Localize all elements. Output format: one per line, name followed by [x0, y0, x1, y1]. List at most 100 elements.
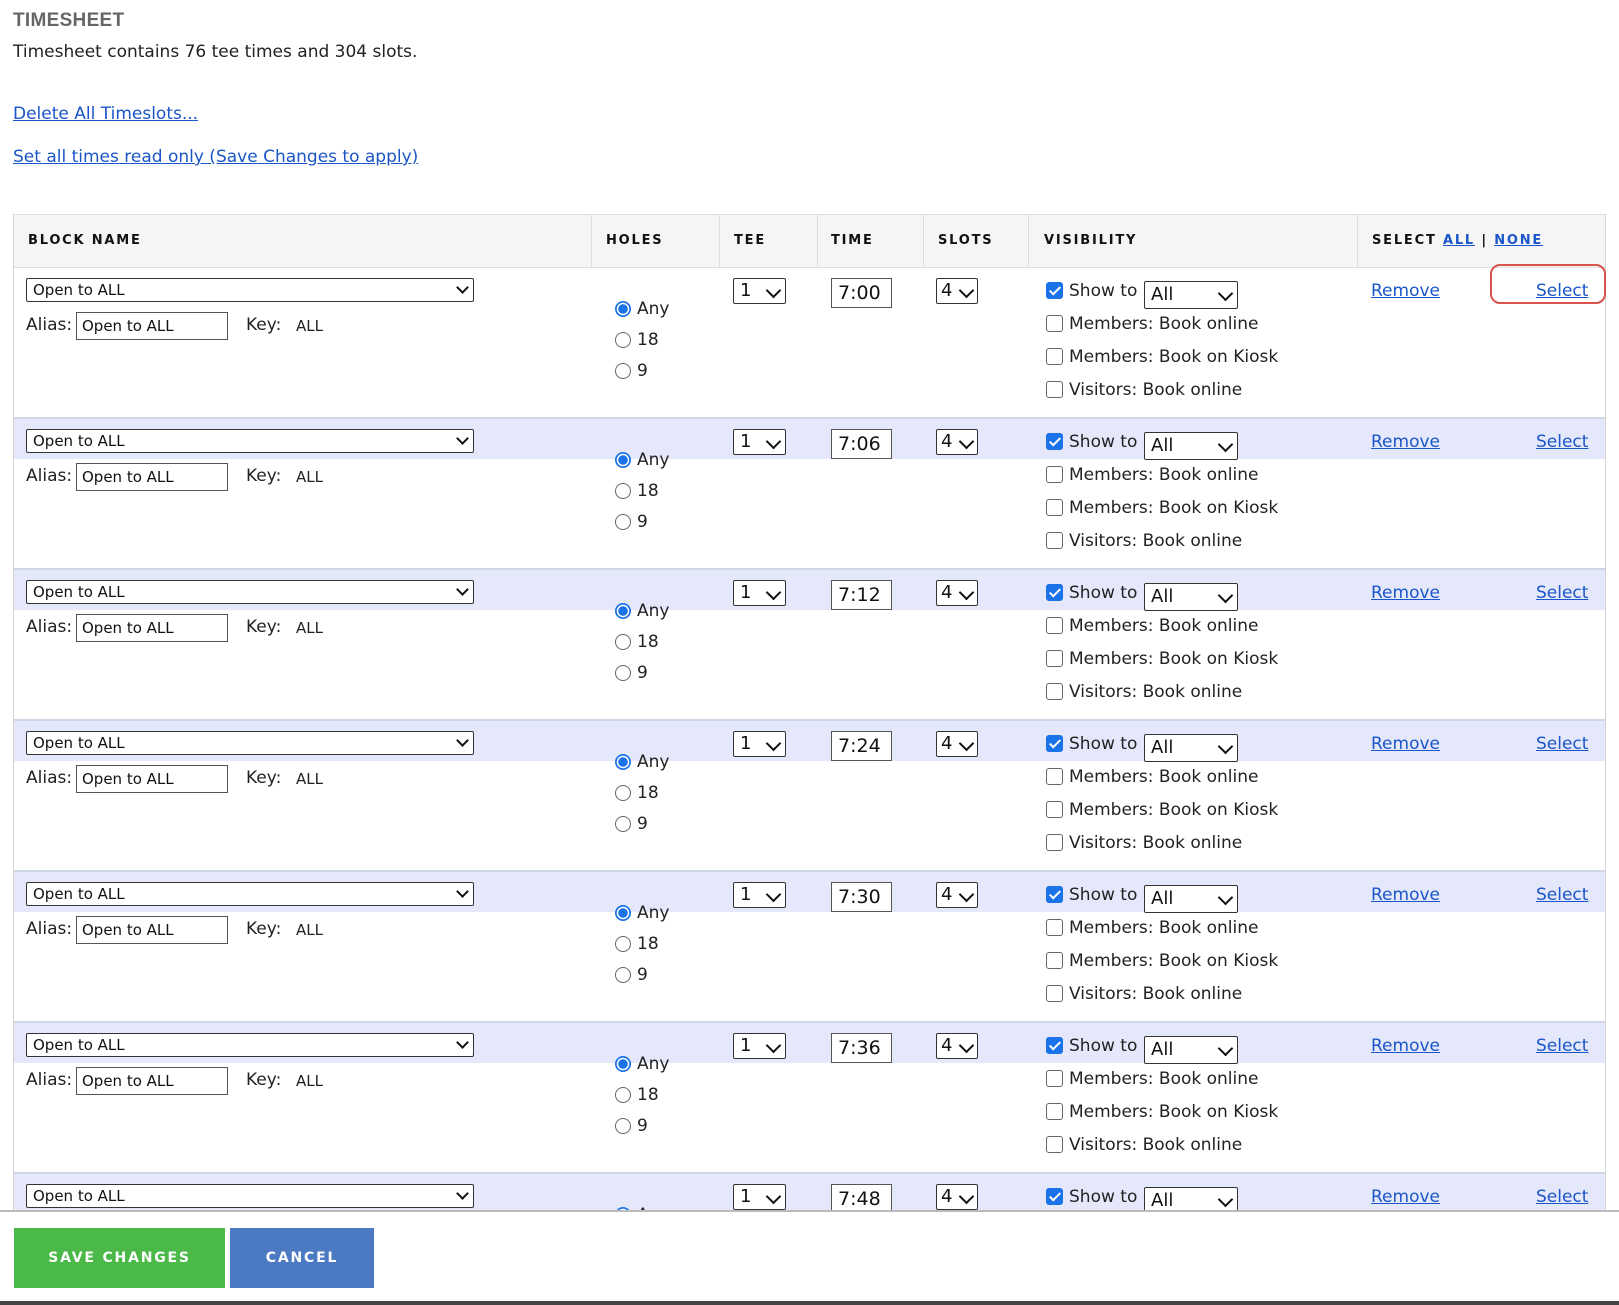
alias-input[interactable]: Open to ALL — [76, 765, 228, 793]
slots-select[interactable]: 4 — [936, 429, 978, 455]
visitors-book-online-checkbox[interactable] — [1046, 381, 1063, 398]
show-to-checkbox[interactable] — [1046, 282, 1063, 299]
select-link[interactable]: Select — [1536, 885, 1588, 905]
holes-18-radio[interactable] — [615, 483, 631, 499]
slots-select[interactable]: 4 — [936, 278, 978, 304]
holes-18-radio[interactable] — [615, 332, 631, 348]
holes-9-radio[interactable] — [615, 967, 631, 983]
select-link[interactable]: Select — [1536, 734, 1588, 754]
holes-any-radio[interactable] — [615, 754, 631, 770]
remove-link[interactable]: Remove — [1371, 734, 1440, 754]
select-link[interactable]: Select — [1536, 281, 1588, 301]
select-link[interactable]: Select — [1536, 583, 1588, 603]
holes-18-radio[interactable] — [615, 1087, 631, 1103]
slots-select[interactable]: 4 — [936, 1184, 978, 1210]
holes-9-radio[interactable] — [615, 816, 631, 832]
show-to-checkbox[interactable] — [1046, 1188, 1063, 1205]
set-all-read-only-link[interactable]: Set all times read only (Save Changes to… — [13, 147, 418, 167]
block-name-select[interactable]: Open to ALL — [26, 1033, 474, 1057]
slots-select[interactable]: 4 — [936, 1033, 978, 1059]
members-book-online-checkbox[interactable] — [1046, 768, 1063, 785]
holes-any-radio[interactable] — [615, 301, 631, 317]
block-name-select[interactable]: Open to ALL — [26, 429, 474, 453]
tee-select[interactable]: 1 — [733, 278, 786, 304]
alias-input[interactable]: Open to ALL — [76, 916, 228, 944]
show-to-checkbox[interactable] — [1046, 584, 1063, 601]
time-input[interactable]: 7:30 — [831, 882, 892, 912]
visitors-book-online-checkbox[interactable] — [1046, 532, 1063, 549]
block-name-select[interactable]: Open to ALL — [26, 278, 474, 302]
select-none-link[interactable]: NONE — [1494, 233, 1543, 248]
alias-input[interactable]: Open to ALL — [76, 1067, 228, 1095]
show-to-checkbox[interactable] — [1046, 1037, 1063, 1054]
select-link[interactable]: Select — [1536, 432, 1588, 452]
holes-9-radio[interactable] — [615, 665, 631, 681]
show-to-select[interactable]: All — [1144, 734, 1238, 762]
holes-any-radio[interactable] — [615, 603, 631, 619]
block-name-select[interactable]: Open to ALL — [26, 580, 474, 604]
tee-select[interactable]: 1 — [733, 731, 786, 757]
members-book-online-checkbox[interactable] — [1046, 315, 1063, 332]
cancel-button[interactable]: CANCEL — [230, 1228, 374, 1288]
visitors-book-online-checkbox[interactable] — [1046, 683, 1063, 700]
members-book-online-checkbox[interactable] — [1046, 919, 1063, 936]
alias-input[interactable]: Open to ALL — [76, 614, 228, 642]
members-book-online-checkbox[interactable] — [1046, 466, 1063, 483]
members-book-on-kiosk-checkbox[interactable] — [1046, 499, 1063, 516]
show-to-select[interactable]: All — [1144, 885, 1238, 913]
tee-select[interactable]: 1 — [733, 580, 786, 606]
slots-select[interactable]: 4 — [936, 882, 978, 908]
time-input[interactable]: 7:06 — [831, 429, 892, 459]
tee-select[interactable]: 1 — [733, 882, 786, 908]
holes-9-radio[interactable] — [615, 1118, 631, 1134]
holes-9-radio[interactable] — [615, 514, 631, 530]
holes-18-radio[interactable] — [615, 634, 631, 650]
slots-select[interactable]: 4 — [936, 731, 978, 757]
members-book-online-checkbox[interactable] — [1046, 1070, 1063, 1087]
members-book-online-checkbox[interactable] — [1046, 617, 1063, 634]
save-changes-button[interactable]: SAVE CHANGES — [14, 1228, 225, 1288]
remove-link[interactable]: Remove — [1371, 281, 1440, 301]
time-input[interactable]: 7:24 — [831, 731, 892, 761]
select-link[interactable]: Select — [1536, 1036, 1588, 1056]
select-all-link[interactable]: ALL — [1443, 233, 1475, 248]
visitors-book-online-checkbox[interactable] — [1046, 834, 1063, 851]
tee-select[interactable]: 1 — [733, 1184, 786, 1210]
delete-all-timeslots-link[interactable]: Delete All Timeslots... — [13, 104, 198, 124]
holes-18-radio[interactable] — [615, 785, 631, 801]
select-link[interactable]: Select — [1536, 1187, 1588, 1207]
visitors-book-online-checkbox[interactable] — [1046, 985, 1063, 1002]
holes-any-radio[interactable] — [615, 452, 631, 468]
show-to-select[interactable]: All — [1144, 1187, 1238, 1210]
slots-select[interactable]: 4 — [936, 580, 978, 606]
remove-link[interactable]: Remove — [1371, 432, 1440, 452]
alias-input[interactable]: Open to ALL — [76, 463, 228, 491]
holes-any-radio[interactable] — [615, 1056, 631, 1072]
show-to-checkbox[interactable] — [1046, 886, 1063, 903]
show-to-checkbox[interactable] — [1046, 433, 1063, 450]
tee-select[interactable]: 1 — [733, 429, 786, 455]
time-input[interactable]: 7:36 — [831, 1033, 892, 1063]
members-book-on-kiosk-checkbox[interactable] — [1046, 650, 1063, 667]
members-book-on-kiosk-checkbox[interactable] — [1046, 348, 1063, 365]
holes-9-radio[interactable] — [615, 363, 631, 379]
tee-select[interactable]: 1 — [733, 1033, 786, 1059]
time-input[interactable]: 7:48 — [831, 1184, 892, 1210]
members-book-on-kiosk-checkbox[interactable] — [1046, 801, 1063, 818]
remove-link[interactable]: Remove — [1371, 1036, 1440, 1056]
show-to-select[interactable]: All — [1144, 1036, 1238, 1064]
remove-link[interactable]: Remove — [1371, 1187, 1440, 1207]
show-to-select[interactable]: All — [1144, 281, 1238, 309]
show-to-select[interactable]: All — [1144, 432, 1238, 460]
time-input[interactable]: 7:12 — [831, 580, 892, 610]
members-book-on-kiosk-checkbox[interactable] — [1046, 1103, 1063, 1120]
holes-18-radio[interactable] — [615, 936, 631, 952]
show-to-checkbox[interactable] — [1046, 735, 1063, 752]
holes-any-radio[interactable] — [615, 905, 631, 921]
block-name-select[interactable]: Open to ALL — [26, 882, 474, 906]
alias-input[interactable]: Open to ALL — [76, 312, 228, 340]
show-to-select[interactable]: All — [1144, 583, 1238, 611]
members-book-on-kiosk-checkbox[interactable] — [1046, 952, 1063, 969]
visitors-book-online-checkbox[interactable] — [1046, 1136, 1063, 1153]
block-name-select[interactable]: Open to ALL — [26, 1184, 474, 1208]
